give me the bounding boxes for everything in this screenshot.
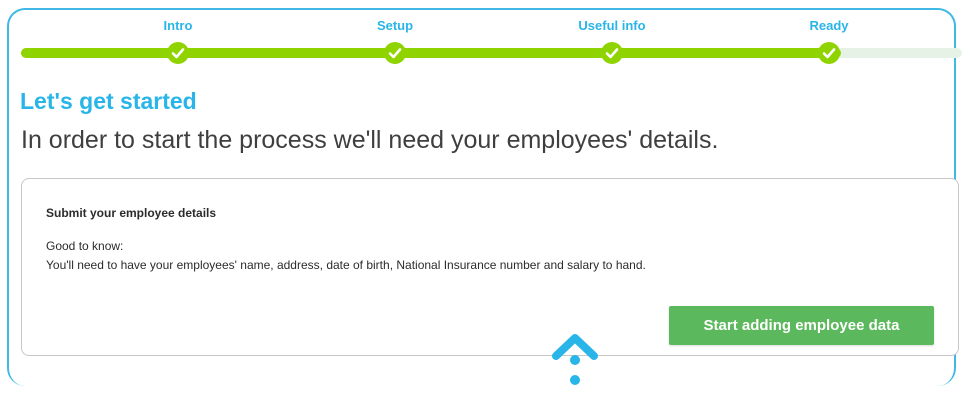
card-description: You'll need to have your employees' name… <box>46 258 646 272</box>
step-label: Setup <box>376 18 414 33</box>
check-icon <box>384 42 406 64</box>
card-title: Submit your employee details <box>46 206 217 220</box>
step-setup[interactable]: Setup <box>335 0 455 64</box>
step-intro[interactable]: Intro <box>118 0 238 64</box>
chevron-up-icon[interactable] <box>550 328 600 388</box>
step-label: Ready <box>809 18 849 33</box>
employee-details-card: Submit your employee details Good to kno… <box>21 178 959 356</box>
step-label: Intro <box>163 18 193 33</box>
progress-fill <box>21 48 841 58</box>
progress-stepper: Intro Setup Useful info Ready <box>21 0 963 70</box>
check-icon <box>167 42 189 64</box>
page-title: Let's get started <box>20 88 197 114</box>
page-subtitle: In order to start the process we'll need… <box>21 126 719 154</box>
step-label: Useful info <box>578 18 646 33</box>
check-icon <box>818 42 840 64</box>
start-adding-employee-data-button[interactable]: Start adding employee data <box>669 306 934 345</box>
good-to-know-label: Good to know: <box>46 239 124 253</box>
step-ready[interactable]: Ready <box>769 0 889 64</box>
step-useful-info[interactable]: Useful info <box>552 0 672 64</box>
check-icon <box>601 42 623 64</box>
